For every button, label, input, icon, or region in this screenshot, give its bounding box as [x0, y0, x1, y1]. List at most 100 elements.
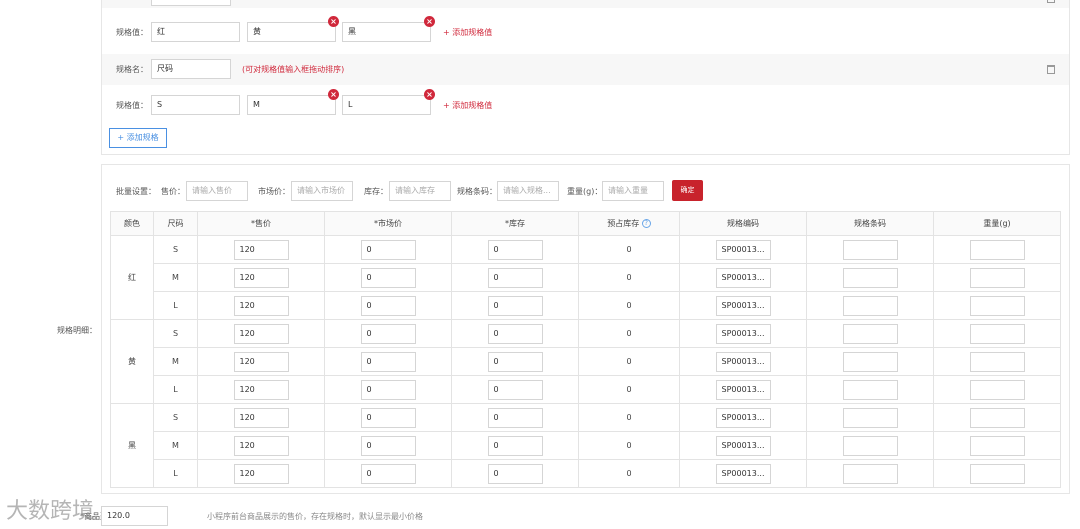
weight-input[interactable] — [969, 239, 1025, 260]
stock-input[interactable]: 0 — [487, 435, 543, 456]
market-price-input[interactable]: 0 — [360, 463, 416, 484]
stock-input[interactable]: 0 — [487, 379, 543, 400]
add-spec-value-link[interactable]: + 添加规格值 — [443, 100, 492, 111]
help-icon[interactable]: ? — [641, 219, 651, 228]
spec-name-input-2[interactable]: 尺码 — [151, 59, 231, 79]
stock-cell: 0 — [451, 235, 579, 264]
batch-market-input[interactable]: 请输入市场价 — [291, 181, 353, 201]
color-cell: 红 — [110, 235, 154, 320]
remove-value-icon[interactable]: × — [424, 89, 435, 100]
stock-input[interactable]: 0 — [487, 267, 543, 288]
spec-value-input[interactable]: M — [247, 95, 336, 115]
remove-value-icon[interactable]: × — [328, 16, 339, 27]
spec-name-input-1[interactable] — [151, 0, 231, 6]
market-price-input[interactable]: 0 — [360, 435, 416, 456]
market-price-input[interactable]: 0 — [360, 323, 416, 344]
barcode-input[interactable] — [842, 379, 898, 400]
spec-value-input[interactable]: L — [342, 95, 431, 115]
stock-input[interactable]: 0 — [487, 463, 543, 484]
price-input[interactable]: 120 — [233, 239, 289, 260]
spec-code-cell: SP00013... — [679, 291, 807, 320]
market-price-input[interactable]: 0 — [360, 379, 416, 400]
spec-value-input[interactable]: 黄 — [247, 22, 336, 42]
stock-input[interactable]: 0 — [487, 407, 543, 428]
spec-code-cell: SP00013... — [679, 431, 807, 460]
weight-input[interactable] — [969, 295, 1025, 316]
reserved-stock-cell: 0 — [578, 263, 680, 292]
size-cell: M — [153, 347, 198, 376]
batch-weight-input[interactable]: 请输入重量 — [602, 181, 664, 201]
price-input[interactable]: 120 — [233, 379, 289, 400]
barcode-input[interactable] — [842, 267, 898, 288]
price-input[interactable]: 120 — [233, 323, 289, 344]
suggest-price-note: 小程序前台商品展示的售价，存在规格时，默认显示最小价格 — [207, 512, 423, 521]
weight-input[interactable] — [969, 379, 1025, 400]
weight-cell — [933, 375, 1061, 404]
remove-value-icon[interactable]: × — [424, 16, 435, 27]
spec-code-input[interactable]: SP00013... — [715, 323, 771, 344]
batch-price-input[interactable]: 请输入售价 — [186, 181, 248, 201]
barcode-input[interactable] — [842, 435, 898, 456]
trash-icon[interactable] — [1047, 0, 1055, 3]
price-input[interactable]: 120 — [233, 463, 289, 484]
barcode-cell — [806, 291, 934, 320]
price-input[interactable]: 120 — [233, 267, 289, 288]
spec-code-input[interactable]: SP00013... — [715, 295, 771, 316]
header-market-price: *市场价 — [324, 211, 452, 236]
table-header-row: 颜色 尺码 *售价 *市场价 *库存 预占库存 ? 规格编码 规格条码 重量(g… — [110, 211, 1061, 236]
stock-input[interactable]: 0 — [487, 323, 543, 344]
barcode-input[interactable] — [842, 239, 898, 260]
market-cell: 0 — [324, 403, 452, 432]
price-input[interactable]: 120 — [233, 351, 289, 372]
stock-input[interactable]: 0 — [487, 295, 543, 316]
price-input[interactable]: 120 — [233, 407, 289, 428]
weight-input[interactable] — [969, 435, 1025, 456]
spec-code-input[interactable]: SP00013... — [715, 267, 771, 288]
barcode-input[interactable] — [842, 295, 898, 316]
reserved-stock-cell: 0 — [578, 235, 680, 264]
spec-code-input[interactable]: SP00013... — [715, 435, 771, 456]
table-row: 黑 S 120 0 0 0 SP00013... — [110, 403, 1061, 488]
barcode-input[interactable] — [842, 463, 898, 484]
add-spec-button[interactable]: + 添加规格 — [109, 128, 167, 148]
batch-stock-input[interactable]: 请输入库存 — [389, 181, 451, 201]
suggest-price-input[interactable]: 120.0 — [101, 506, 168, 526]
spec-code-input[interactable]: SP00013... — [715, 239, 771, 260]
spec-code-input[interactable]: SP00013... — [715, 379, 771, 400]
spec-value-input[interactable]: S — [151, 95, 240, 115]
weight-input[interactable] — [969, 407, 1025, 428]
remove-value-icon[interactable]: × — [328, 89, 339, 100]
weight-input[interactable] — [969, 351, 1025, 372]
market-price-input[interactable]: 0 — [360, 351, 416, 372]
weight-cell — [933, 319, 1061, 348]
spec-value-input[interactable]: 红 — [151, 22, 240, 42]
size-cell: S — [153, 319, 198, 348]
market-price-input[interactable]: 0 — [360, 239, 416, 260]
batch-confirm-button[interactable]: 确定 — [672, 180, 703, 201]
stock-cell: 0 — [451, 263, 579, 292]
price-input[interactable]: 120 — [233, 295, 289, 316]
market-price-input[interactable]: 0 — [360, 407, 416, 428]
market-price-input[interactable]: 0 — [360, 295, 416, 316]
market-price-input[interactable]: 0 — [360, 267, 416, 288]
spec-value-input[interactable]: 黑 — [342, 22, 431, 42]
spec-code-cell: SP00013... — [679, 347, 807, 376]
price-input[interactable]: 120 — [233, 435, 289, 456]
size-cell: M — [153, 431, 198, 460]
weight-input[interactable] — [969, 323, 1025, 344]
stock-input[interactable]: 0 — [487, 239, 543, 260]
batch-barcode-input[interactable]: 请输入规格... — [497, 181, 559, 201]
weight-input[interactable] — [969, 463, 1025, 484]
barcode-input[interactable] — [842, 351, 898, 372]
weight-input[interactable] — [969, 267, 1025, 288]
stock-input[interactable]: 0 — [487, 351, 543, 372]
spec-code-input[interactable]: SP00013... — [715, 463, 771, 484]
batch-barcode-label: 规格条码： — [457, 187, 497, 196]
stock-cell: 0 — [451, 347, 579, 376]
add-spec-value-link[interactable]: + 添加规格值 — [443, 27, 492, 38]
barcode-input[interactable] — [842, 407, 898, 428]
spec-code-input[interactable]: SP00013... — [715, 351, 771, 372]
spec-code-input[interactable]: SP00013... — [715, 407, 771, 428]
trash-icon[interactable] — [1047, 65, 1055, 74]
barcode-input[interactable] — [842, 323, 898, 344]
